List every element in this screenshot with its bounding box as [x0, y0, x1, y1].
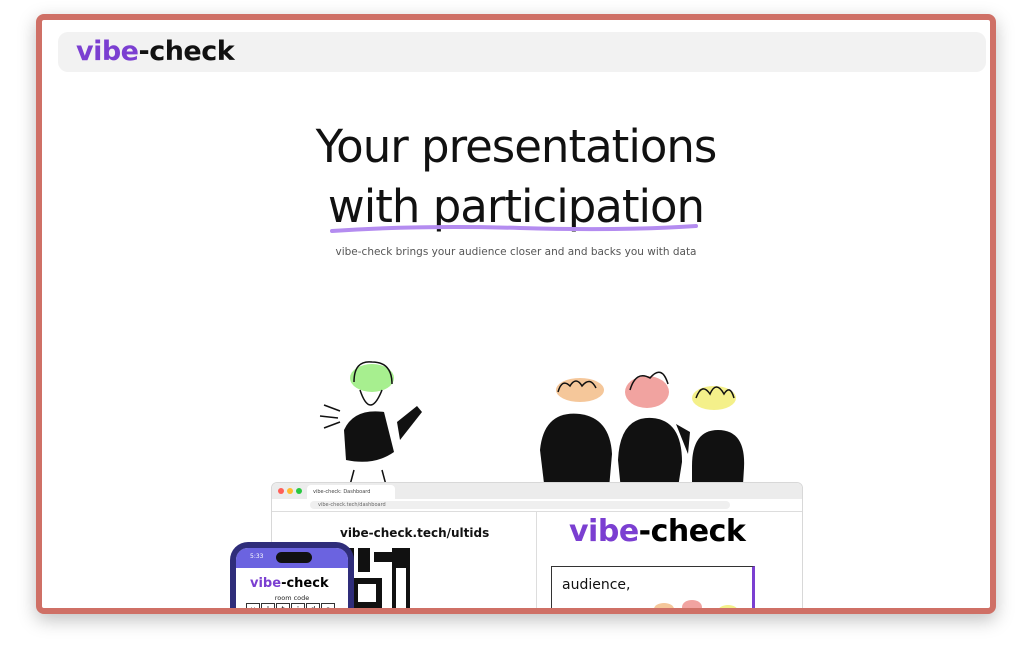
logo-vibe-text: vibe — [76, 36, 139, 67]
room-code-input[interactable]: u l t i d s — [246, 603, 335, 608]
phone-logo-check: -check — [281, 576, 329, 591]
room-code-char[interactable]: t — [276, 603, 290, 608]
audience-illustration — [319, 361, 745, 500]
phone-logo-vibe: vibe — [250, 576, 282, 591]
phone-status-bar: 5:33 — [236, 548, 348, 568]
room-code-char[interactable]: u — [246, 603, 260, 608]
room-code-char[interactable]: d — [306, 603, 320, 608]
slide-preview-text: audience, — [562, 577, 631, 593]
room-url-text: vibe-check.tech/ultids — [340, 526, 490, 540]
mini-audience-icon — [654, 600, 737, 608]
top-navbar: vibe-check — [58, 32, 986, 72]
hero-title-line1: Your presentations — [315, 120, 718, 173]
phone-notch — [276, 552, 312, 563]
browser-tab-bar: vibe-check: Dashboard — [272, 483, 802, 499]
phone-time: 5:33 — [250, 553, 264, 560]
phone-screen: 5:33 vibe-check room code u l t i d s — [236, 548, 348, 608]
phone-logo: vibe-check — [250, 576, 329, 591]
dashboard-logo: vibe-check — [569, 514, 746, 549]
site-logo[interactable]: vibe-check — [76, 36, 235, 67]
browser-viewport: vibe-check Your presentations with parti… — [36, 14, 996, 614]
browser-url-bar: vibe-check.tech/dashboard — [272, 499, 802, 512]
room-code-char[interactable]: s — [321, 603, 335, 608]
audience-member-2 — [618, 371, 682, 500]
presenter-figure — [319, 361, 422, 500]
maximize-dot-icon — [296, 488, 302, 494]
phone-mockup: 5:33 vibe-check room code u l t i d s — [230, 542, 354, 608]
url-field: vibe-check.tech/dashboard — [310, 501, 730, 509]
dashboard-right-pane: vibe-check audience, — [537, 512, 802, 608]
close-dot-icon — [278, 488, 284, 494]
browser-tab: vibe-check: Dashboard — [307, 485, 395, 499]
title-underline-decoration — [330, 224, 698, 233]
room-code-char[interactable]: i — [291, 603, 305, 608]
slide-preview-card: audience, — [551, 566, 755, 608]
dashboard-logo-check: -check — [638, 514, 746, 549]
hero-subtitle: vibe-check brings your audience closer a… — [335, 246, 697, 258]
room-code-label: room code — [274, 594, 310, 602]
minimize-dot-icon — [287, 488, 293, 494]
room-code-char[interactable]: l — [261, 603, 275, 608]
dashboard-logo-vibe: vibe — [569, 514, 639, 549]
logo-check-text: -check — [138, 36, 235, 67]
